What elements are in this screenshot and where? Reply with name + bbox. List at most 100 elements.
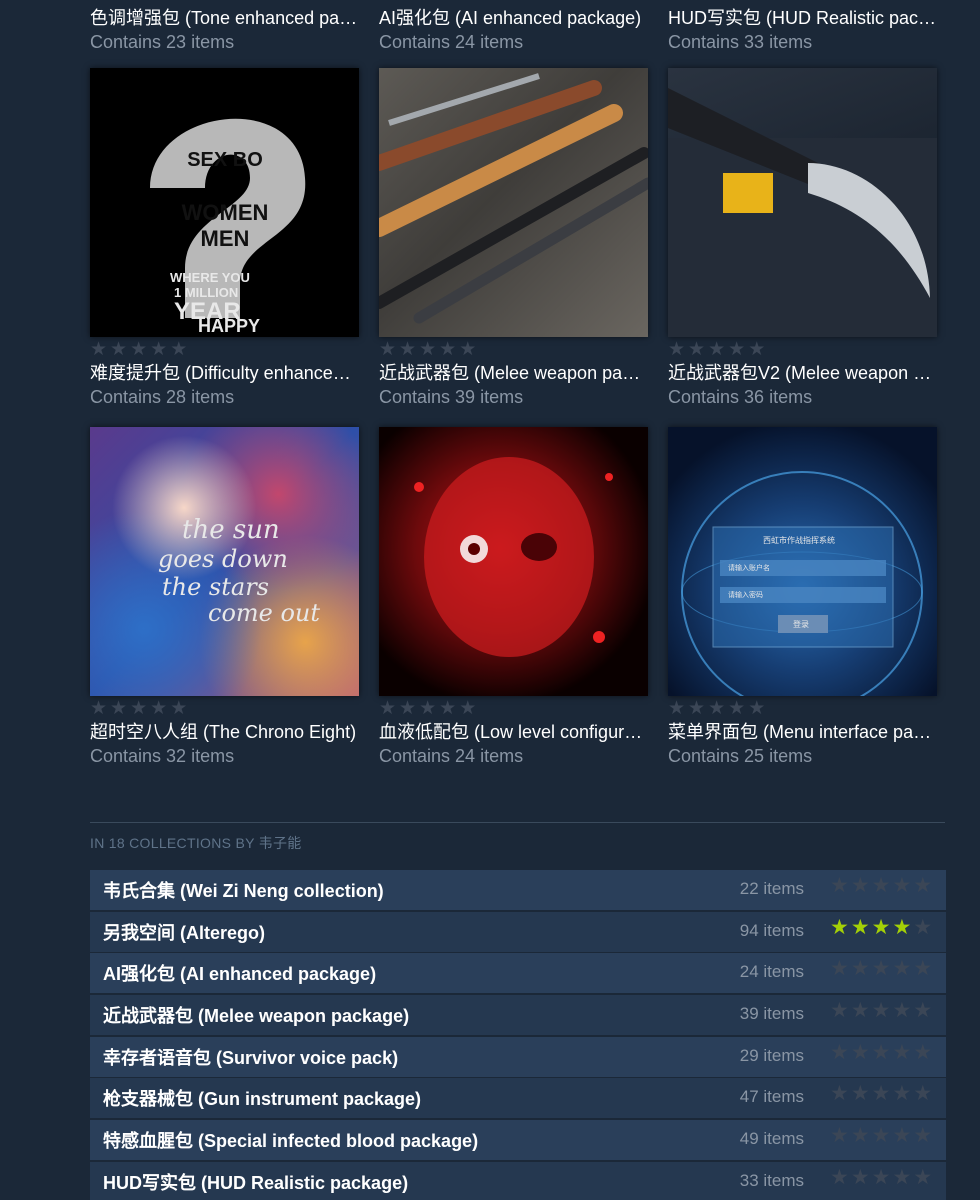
star-empty-icon: ★ (892, 1124, 912, 1148)
star-empty-icon: ★ (419, 339, 437, 360)
star-empty-icon: ★ (850, 999, 870, 1023)
star-empty-icon: ★ (850, 874, 870, 897)
star-empty-icon: ★ (892, 1165, 912, 1189)
item-title[interactable]: 难度提升包 (Difficulty enhancement package) (90, 361, 359, 385)
star-empty-icon: ★ (913, 874, 933, 897)
star-empty-icon: ★ (130, 339, 148, 360)
knife-case-art (668, 88, 937, 337)
item-title[interactable]: 近战武器包 (Melee weapon package) (379, 361, 648, 385)
rating-stars: ★ ★ ★ ★ ★ (830, 957, 933, 981)
art-caption: WHERE YOU (170, 270, 250, 285)
collection-name[interactable]: HUD写实包 (HUD Realistic package) (103, 1172, 408, 1194)
collection-name[interactable]: 枪支器械包 (Gun instrument package) (103, 1088, 421, 1110)
star-empty-icon: ★ (913, 1082, 933, 1106)
collection-row[interactable]: HUD写实包 (HUD Realistic package) 33 items … (90, 1161, 946, 1200)
melee-weapons-art (379, 73, 648, 324)
star-empty-icon: ★ (459, 339, 477, 360)
collection-count: 29 items (739, 1045, 804, 1065)
collection-count: 22 items (739, 879, 804, 898)
item-count: Contains 25 items (668, 746, 813, 766)
item-title[interactable]: HUD写实包 (HUD Realistic package) (668, 6, 937, 30)
art-caption: goes down (158, 545, 288, 573)
rating-stars: ★ ★ ★ ★ ★ (90, 339, 359, 361)
item-thumbnail[interactable] (379, 68, 648, 337)
star-filled-icon: ★ (871, 915, 891, 939)
grid-item[interactable]: 色调增强包 (Tone enhanced package) Contains 2… (90, 6, 359, 54)
star-empty-icon: ★ (110, 698, 128, 719)
art-caption: HAPPY (198, 316, 261, 336)
grid-item[interactable]: HUD写实包 (HUD Realistic package) Contains … (668, 6, 937, 54)
collection-name[interactable]: 幸存者语音包 (Survivor voice pack) (103, 1047, 398, 1069)
star-empty-icon: ★ (913, 957, 933, 981)
star-empty-icon: ★ (170, 698, 188, 719)
art-caption: the sun (182, 515, 280, 545)
star-empty-icon: ★ (668, 339, 686, 360)
rating-stars: ★ ★ ★ ★ ★ (830, 874, 933, 897)
item-thumbnail[interactable]: 西虹市作战指挥系统 请输入账户名 请输入密码 登录 (668, 427, 937, 696)
star-empty-icon: ★ (913, 1040, 933, 1064)
star-empty-icon: ★ (728, 339, 746, 360)
item-title[interactable]: 色调增强包 (Tone enhanced package) (90, 6, 359, 30)
svg-text:SEX BO: SEX BO (187, 149, 263, 171)
star-empty-icon: ★ (850, 1165, 870, 1189)
rating-stars: ★ ★ ★ ★ ★ (830, 1040, 933, 1064)
star-empty-icon: ★ (130, 698, 148, 719)
grid-item[interactable]: ★★★★★ 近战武器包V2 (Melee weapon package V2) … (668, 68, 937, 409)
collection-row[interactable]: 特感血腥包 (Special infected blood package) 4… (90, 1120, 946, 1161)
item-title[interactable]: 菜单界面包 (Menu interface package) (668, 720, 937, 744)
star-empty-icon: ★ (913, 1124, 933, 1148)
item-title[interactable]: 血液低配包 (Low level configuration blood) (379, 720, 648, 744)
item-title[interactable]: AI强化包 (AI enhanced package) (379, 6, 648, 30)
rating-stars: ★ ★ ★ ★ ★ (379, 698, 648, 720)
collection-name[interactable]: 另我空间 (Alterego) (103, 922, 265, 944)
grid-item[interactable]: AI强化包 (AI enhanced package) Contains 24 … (379, 6, 648, 54)
item-thumbnail[interactable] (668, 68, 937, 337)
star-empty-icon: ★ (90, 698, 108, 719)
star-empty-icon: ★ (748, 698, 766, 719)
star-filled-icon: ★ (830, 915, 849, 939)
rating-stars: ★ ★ ★ ★ ★ (830, 1124, 933, 1148)
star-empty-icon: ★ (871, 1082, 891, 1106)
star-empty-icon: ★ (419, 698, 437, 719)
star-empty-icon: ★ (830, 957, 849, 981)
item-title[interactable]: 近战武器包V2 (Melee weapon package V2) (668, 361, 937, 385)
grid-item[interactable]: SEX BO WOMEN MEN WHERE YOU 1 MILLION YEA… (90, 68, 359, 409)
item-thumbnail[interactable] (379, 427, 648, 696)
star-empty-icon: ★ (830, 1165, 849, 1189)
item-thumbnail[interactable]: the sun goes down the stars come out (90, 427, 359, 696)
collection-row[interactable]: 枪支器械包 (Gun instrument package) 47 items … (90, 1078, 946, 1119)
star-empty-icon: ★ (871, 1165, 891, 1189)
art-caption: come out (208, 599, 321, 627)
collection-row[interactable]: 另我空间 (Alterego) 94 items ★ ★ ★ ★ ★ (90, 911, 946, 952)
grid-item[interactable]: ★ ★ ★ ★ ★ 近战武器包 (Melee weapon package) Conta… (379, 68, 648, 409)
item-count: Contains 36 items (668, 387, 813, 407)
grid-item[interactable]: ★★★★★ 血液低配包 (Low level configuration blo… (379, 427, 648, 768)
collection-name[interactable]: 特感血腥包 (Special infected blood package) (103, 1130, 478, 1152)
collection-row[interactable]: 近战武器包 (Melee weapon package) 39 items ★ ★… (90, 995, 946, 1036)
item-title[interactable]: 超时空八人组 (The Chrono Eight) (90, 720, 359, 744)
star-empty-icon: ★ (830, 1124, 849, 1148)
collection-row[interactable]: AI强化包 (AI enhanced package) 24 items ★ ★ ★… (90, 953, 946, 994)
star-empty-icon: ★ (688, 698, 706, 719)
collection-count: 49 items (739, 1129, 804, 1149)
rating-stars: ★ ★ ★ ★ ★ (379, 339, 648, 361)
grid-item[interactable]: the sun goes down the stars come out ★ ★ ★… (90, 427, 359, 768)
star-empty-icon: ★ (850, 1082, 870, 1106)
collection-count: 24 items (739, 962, 804, 982)
collection-name[interactable]: 韦氏合集 (Wei Zi Neng collection) (103, 880, 384, 902)
collection-row[interactable]: 幸存者语音包 (Survivor voice pack) 29 items ★ ★… (90, 1036, 946, 1077)
globe-art (681, 471, 923, 696)
star-empty-icon: ★ (913, 1165, 933, 1189)
svg-text:MEN: MEN (201, 226, 250, 251)
collection-name[interactable]: 近战武器包 (Melee weapon package) (103, 1005, 409, 1027)
star-empty-icon: ★ (708, 698, 726, 719)
rating-stars: ★ ★ ★ ★ ★ (668, 339, 937, 361)
item-thumbnail[interactable]: SEX BO WOMEN MEN WHERE YOU 1 MILLION YEA… (90, 68, 359, 337)
collection-name[interactable]: AI强化包 (AI enhanced package) (103, 963, 376, 985)
star-empty-icon: ★ (708, 339, 726, 360)
collection-row[interactable]: 韦氏合集 (Wei Zi Neng collection) 22 items ★… (90, 870, 946, 910)
star-empty-icon: ★ (459, 698, 477, 719)
star-empty-icon: ★ (871, 874, 891, 897)
art-caption: 西虹市作战指挥系统 (763, 536, 835, 545)
grid-item[interactable]: 西虹市作战指挥系统 请输入账户名 请输入密码 登录 ★ ★ ★ ★ ★ 菜单界面包 (M… (668, 427, 937, 768)
